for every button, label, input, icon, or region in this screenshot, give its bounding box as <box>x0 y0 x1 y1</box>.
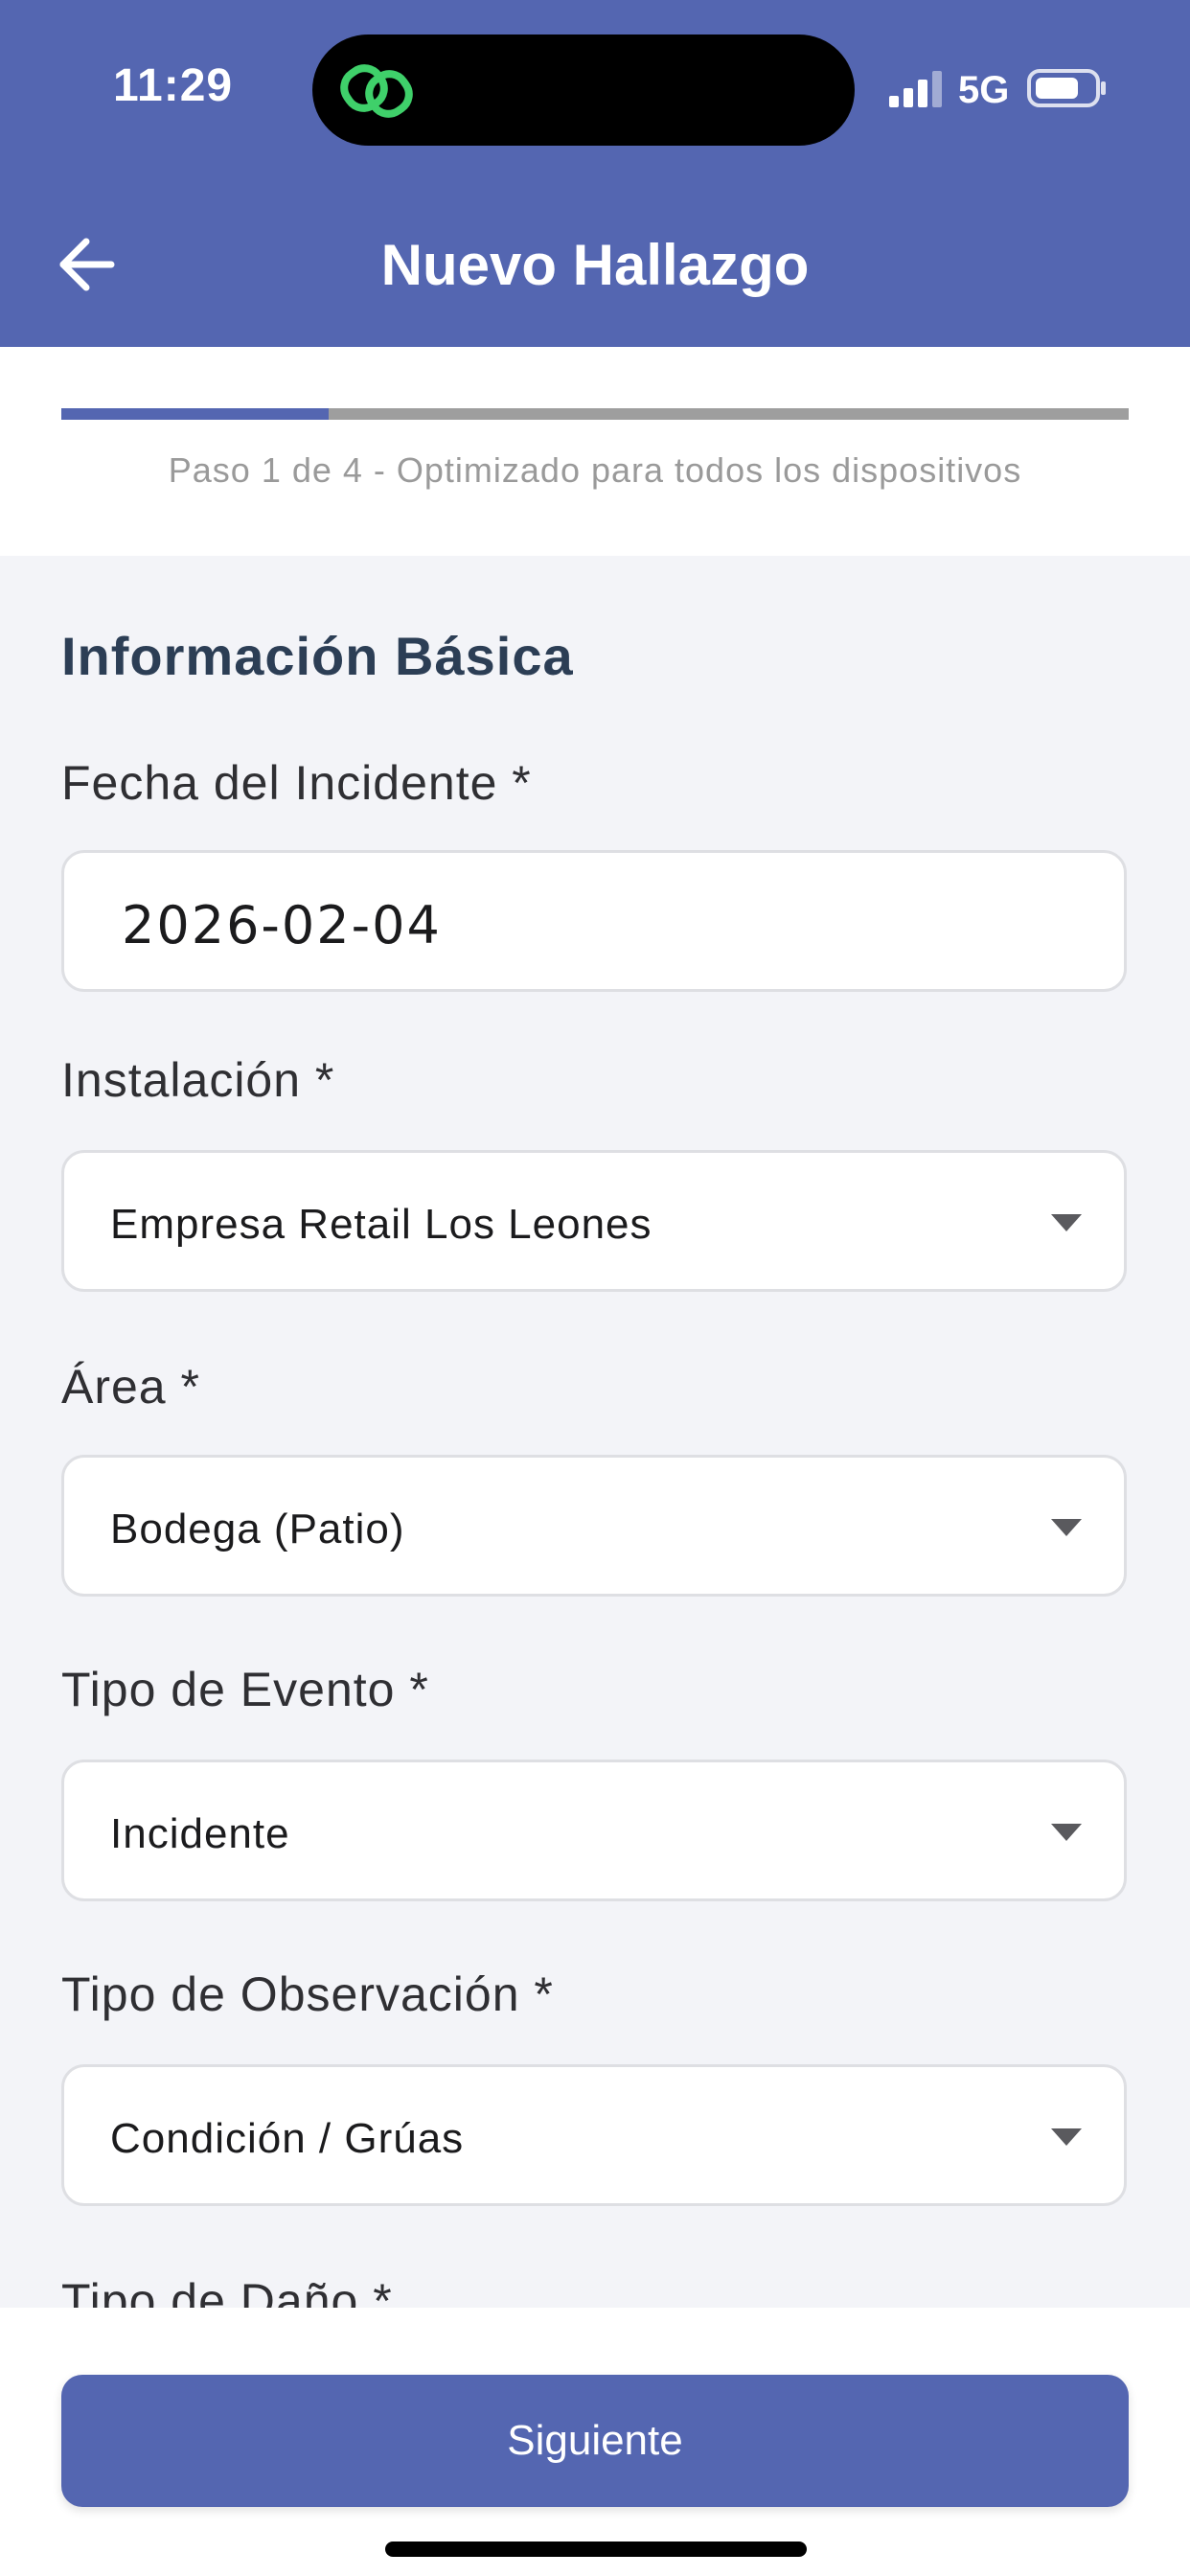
instalacion-select[interactable]: Empresa Retail Los Leones <box>61 1150 1127 1292</box>
signal-bars-icon <box>889 71 942 107</box>
tipo-evento-select[interactable]: Incidente <box>61 1760 1127 1901</box>
dynamic-island <box>312 34 855 146</box>
progress-section: Paso 1 de 4 - Optimizado para todos los … <box>0 347 1190 556</box>
fecha-incidente-value: 2026-02-04 <box>122 895 442 955</box>
status-time: 11:29 <box>113 60 234 111</box>
area-select[interactable]: Bodega (Patio) <box>61 1455 1127 1597</box>
footer-bar: Siguiente <box>0 2308 1190 2576</box>
tipo-observacion-select[interactable]: Condición / Grúas <box>61 2064 1127 2206</box>
fecha-incidente-input[interactable]: 2026-02-04 <box>61 850 1127 992</box>
app-header: 11:29 5G Nuevo Hallazgo <box>0 0 1190 347</box>
chevron-down-icon <box>1051 1214 1082 1231</box>
tipo-observacion-value: Condición / Grúas <box>110 2115 465 2162</box>
label-tipo-evento: Tipo de Evento * <box>61 1663 429 1716</box>
label-tipo-observacion: Tipo de Observación * <box>61 1967 554 2021</box>
chevron-down-icon <box>1051 1824 1082 1841</box>
link-icon <box>340 64 413 118</box>
chevron-down-icon <box>1051 1519 1082 1536</box>
chevron-down-icon <box>1051 2128 1082 2146</box>
form-area: Información Básica Fecha del Incidente *… <box>0 556 1190 2308</box>
network-label: 5G <box>958 69 1010 111</box>
progress-fill <box>61 408 329 420</box>
home-indicator <box>385 2542 807 2557</box>
area-value: Bodega (Patio) <box>110 1506 405 1552</box>
section-title: Información Básica <box>61 626 574 686</box>
progress-caption: Paso 1 de 4 - Optimizado para todos los … <box>168 450 1022 490</box>
progress-track <box>61 408 1129 420</box>
label-instalacion: Instalación * <box>61 1053 335 1107</box>
battery-icon <box>1027 69 1106 107</box>
label-area: Área * <box>61 1360 200 1414</box>
next-button[interactable]: Siguiente <box>61 2375 1129 2507</box>
tipo-evento-value: Incidente <box>110 1810 290 1857</box>
page-title: Nuevo Hallazgo <box>380 233 810 297</box>
label-fecha-incidente: Fecha del Incidente * <box>61 756 532 810</box>
instalacion-value: Empresa Retail Los Leones <box>110 1201 652 1248</box>
label-tipo-dano: Tipo de Daño * <box>61 2274 393 2308</box>
